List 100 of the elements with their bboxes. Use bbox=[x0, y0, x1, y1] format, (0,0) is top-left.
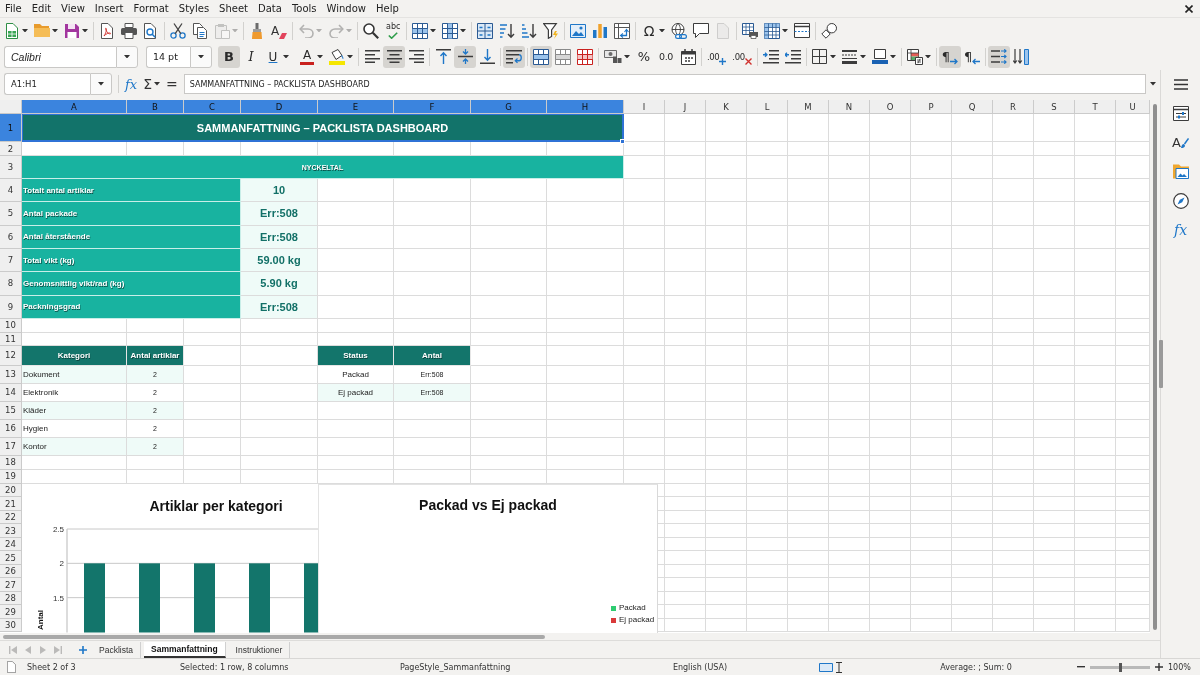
column-header[interactable]: N bbox=[829, 100, 870, 114]
column-header[interactable]: D bbox=[241, 100, 318, 114]
column-header[interactable]: E bbox=[318, 100, 394, 114]
underline-button[interactable]: U bbox=[262, 45, 292, 68]
column-header[interactable]: J bbox=[665, 100, 706, 114]
column-header[interactable]: P bbox=[911, 100, 952, 114]
clear-formatting-button[interactable]: A bbox=[268, 19, 291, 42]
row-header[interactable]: 8 bbox=[0, 272, 22, 296]
column-header[interactable]: Q bbox=[952, 100, 993, 114]
bar-chart-icon bbox=[593, 23, 608, 38]
dropdown-button[interactable] bbox=[190, 45, 212, 68]
column-header[interactable]: K bbox=[706, 100, 747, 114]
percent-format-button[interactable]: % bbox=[633, 45, 655, 68]
merge-center-button[interactable] bbox=[530, 45, 552, 68]
row-header[interactable]: 7 bbox=[0, 249, 22, 273]
selection-mode-button[interactable] bbox=[818, 661, 842, 673]
align-right-icon bbox=[408, 50, 424, 63]
column-header[interactable]: T bbox=[1075, 100, 1116, 114]
row-header[interactable]: 4 bbox=[0, 179, 22, 203]
table-header-cell: Antal artiklar bbox=[127, 345, 184, 366]
row-header[interactable]: 12 bbox=[0, 345, 22, 366]
row-header[interactable]: 1 bbox=[0, 114, 22, 142]
row-header[interactable]: 9 bbox=[0, 295, 22, 319]
fill-handle[interactable] bbox=[620, 139, 625, 144]
menu-item[interactable]: Help bbox=[371, 1, 404, 16]
formula-input[interactable]: SAMMANFATTNING – PACKLISTA DASHBOARD bbox=[183, 74, 1146, 94]
sum-button[interactable]: Σ bbox=[139, 76, 162, 92]
font-color-button[interactable]: A bbox=[296, 45, 326, 68]
column-header[interactable]: S bbox=[1034, 100, 1075, 114]
general-format-button[interactable]: 0.0 bbox=[655, 45, 677, 68]
row-header[interactable]: 25 bbox=[0, 551, 22, 565]
function-wizard-button[interactable]: fx bbox=[123, 76, 140, 92]
sheet-tab[interactable]: Packlista bbox=[92, 641, 141, 658]
sheet-tab[interactable]: Sammanfattning bbox=[144, 641, 226, 658]
add-decimal-button[interactable]: .00 bbox=[704, 45, 730, 68]
scrollbar-thumb[interactable] bbox=[3, 634, 545, 639]
row-header[interactable]: 29 bbox=[0, 605, 22, 619]
font-name-field[interactable]: Calibri bbox=[4, 45, 116, 68]
font-size-field[interactable]: 14 pt bbox=[146, 45, 190, 68]
name-box-field[interactable]: A1:H1 bbox=[4, 73, 90, 95]
row-header[interactable]: 27 bbox=[0, 578, 22, 592]
menu-item[interactable]: Data bbox=[253, 1, 287, 16]
text-direction-button[interactable] bbox=[988, 45, 1011, 68]
left-to-right-button[interactable]: ¶ bbox=[938, 45, 961, 68]
menu-item[interactable]: Edit bbox=[26, 1, 57, 16]
caret-icon bbox=[22, 28, 28, 33]
align-center-button[interactable] bbox=[383, 45, 405, 68]
row-header[interactable]: 3 bbox=[0, 156, 22, 179]
row-header[interactable]: 5 bbox=[0, 202, 22, 226]
italic-button[interactable]: I bbox=[240, 45, 262, 68]
formula-button[interactable]: = bbox=[162, 76, 182, 92]
table-header-cell: Antal bbox=[394, 345, 471, 366]
dropdown-button[interactable] bbox=[90, 73, 112, 95]
special-character-button[interactable]: Ω bbox=[638, 19, 669, 42]
column-header[interactable]: B bbox=[127, 100, 184, 114]
row-header[interactable]: 6 bbox=[0, 225, 22, 249]
center-vertically-button[interactable] bbox=[454, 45, 476, 68]
column-header[interactable]: L bbox=[747, 100, 788, 114]
slider-thumb[interactable] bbox=[1118, 662, 1122, 672]
menu-item[interactable]: Tools bbox=[286, 1, 322, 16]
close-button[interactable] bbox=[1185, 4, 1193, 13]
row-header[interactable]: 21 bbox=[0, 497, 22, 511]
menu-item[interactable]: Insert bbox=[89, 1, 129, 16]
menu-item[interactable]: Format bbox=[128, 1, 174, 16]
menu-item[interactable]: View bbox=[56, 1, 90, 16]
scrollbar-thumb[interactable] bbox=[1153, 104, 1157, 630]
column-header[interactable]: C bbox=[184, 100, 241, 114]
right-to-left-button[interactable]: ¶ bbox=[960, 45, 984, 68]
column-header[interactable]: I bbox=[624, 100, 665, 114]
dropdown-button[interactable] bbox=[116, 45, 138, 68]
axis-tick-label: 2 bbox=[59, 559, 64, 569]
caret-icon bbox=[782, 28, 789, 33]
row-header[interactable]: 2 bbox=[0, 142, 22, 156]
zoom-slider[interactable] bbox=[1090, 665, 1150, 669]
functions-button[interactable]: fx bbox=[1165, 215, 1196, 244]
column-header[interactable]: O bbox=[870, 100, 911, 114]
spreadsheet-document-icon bbox=[6, 22, 18, 39]
delete-decimal-button[interactable]: .00 bbox=[729, 45, 755, 68]
column-header[interactable]: M bbox=[788, 100, 829, 114]
styles-button[interactable]: A bbox=[1165, 128, 1196, 157]
sheet-tab[interactable]: Instruktioner bbox=[228, 641, 291, 658]
column-header[interactable]: A bbox=[22, 100, 127, 114]
metric-label-cell: Totalt antal artiklar bbox=[22, 179, 241, 203]
row-header[interactable]: 23 bbox=[0, 524, 22, 538]
sidebar-handle[interactable] bbox=[1159, 340, 1163, 388]
column-header[interactable]: F bbox=[394, 100, 471, 114]
spelling-button[interactable]: abc bbox=[382, 19, 405, 42]
menu-item[interactable]: File bbox=[0, 1, 27, 16]
column-header[interactable]: H bbox=[547, 100, 624, 114]
wrap-text-button[interactable] bbox=[503, 45, 525, 68]
menu-item[interactable]: Window bbox=[321, 1, 371, 16]
zoom-in-button[interactable] bbox=[1154, 662, 1164, 672]
column-header[interactable]: U bbox=[1116, 100, 1150, 114]
menu-item[interactable]: Styles bbox=[173, 1, 215, 16]
bold-button[interactable]: B bbox=[218, 45, 240, 68]
page-icon bbox=[717, 22, 730, 39]
column-header[interactable]: R bbox=[993, 100, 1034, 114]
language-label: English (USA) bbox=[672, 662, 728, 672]
column-header[interactable]: G bbox=[471, 100, 547, 114]
menu-item[interactable]: Sheet bbox=[214, 1, 254, 16]
